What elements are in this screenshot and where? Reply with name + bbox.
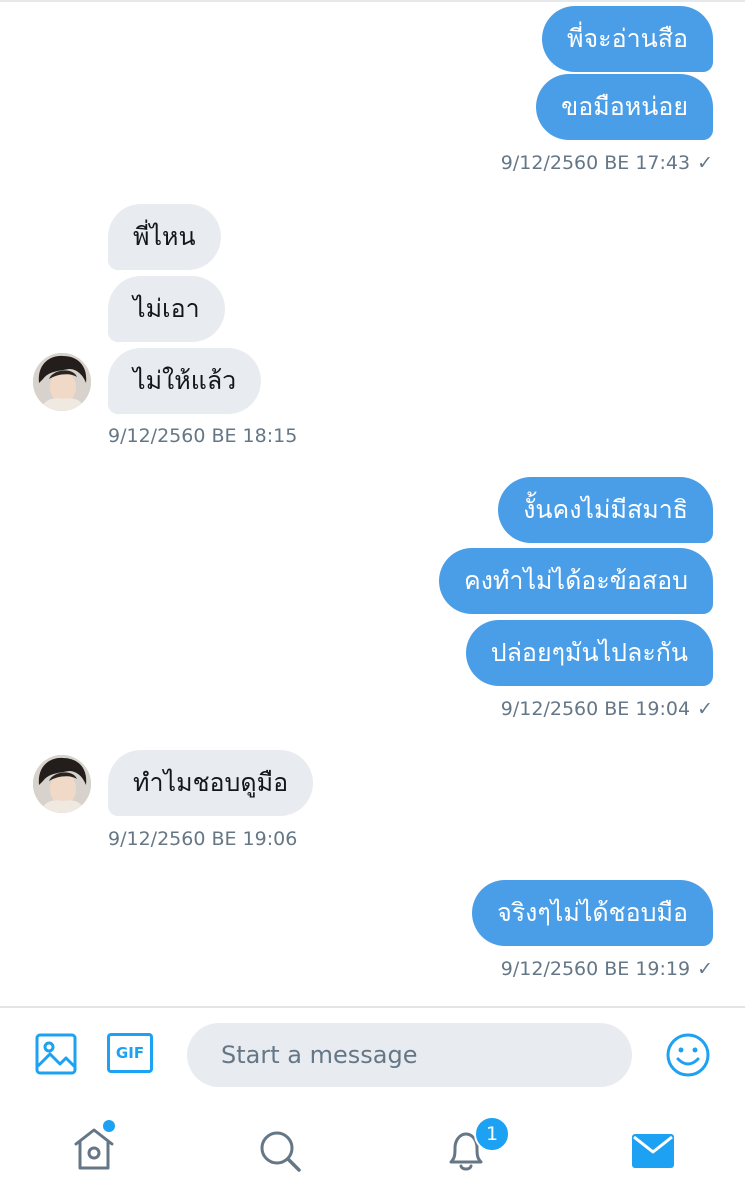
- top-divider: [0, 0, 745, 2]
- message-timestamp: 9/12/2560 BE 17:43 ✓: [501, 152, 713, 174]
- image-icon[interactable]: [35, 1033, 79, 1081]
- timestamp-text: 9/12/2560 BE 19:19: [500, 958, 691, 980]
- outgoing-message[interactable]: ขอมือหน่อย: [536, 74, 713, 140]
- incoming-message[interactable]: ไม่ให้แล้ว: [108, 348, 262, 414]
- outgoing-message[interactable]: จริงๆไม่ได้ชอบมือ: [472, 880, 713, 946]
- outgoing-message[interactable]: งั้นคงไม่มีสมาธิ: [498, 477, 713, 543]
- incoming-message[interactable]: ไม่เอา: [108, 276, 225, 342]
- avatar[interactable]: [33, 353, 91, 411]
- incoming-message[interactable]: ทำไมชอบดูมือ: [108, 750, 314, 816]
- tab-search[interactable]: [258, 1129, 302, 1177]
- emoji-icon[interactable]: [665, 1032, 711, 1082]
- mail-icon: [632, 1134, 674, 1168]
- message-timestamp: 9/12/2560 BE 19:06: [108, 828, 298, 850]
- outgoing-message[interactable]: พี่จะอ่านสือ: [542, 6, 713, 72]
- avatar-photo: [33, 353, 91, 411]
- notification-badge: 1: [474, 1116, 510, 1152]
- search-icon: [260, 1131, 301, 1172]
- read-check-icon: ✓: [697, 152, 713, 174]
- message-timestamp: 9/12/2560 BE 18:15: [108, 425, 298, 447]
- outgoing-message[interactable]: ปล่อยๆมันไปละกัน: [465, 620, 713, 686]
- message-timestamp: 9/12/2560 BE 19:19 ✓: [501, 958, 713, 980]
- timestamp-text: 9/12/2560 BE 19:04: [500, 698, 691, 720]
- read-check-icon: ✓: [697, 958, 713, 980]
- message-timestamp: 9/12/2560 BE 19:04 ✓: [501, 698, 713, 720]
- timestamp-text: 9/12/2560 BE 17:43: [500, 152, 691, 174]
- tab-messages[interactable]: [631, 1132, 675, 1174]
- avatar-photo: [33, 755, 91, 813]
- home-icon: [74, 1128, 114, 1170]
- avatar[interactable]: [33, 755, 91, 813]
- outgoing-message[interactable]: คงทำไม่ได้อะข้อสอบ: [439, 548, 713, 614]
- gif-button[interactable]: GIF: [107, 1033, 153, 1073]
- message-input[interactable]: Start a message: [187, 1023, 632, 1087]
- composer-divider: [0, 1006, 745, 1008]
- incoming-message[interactable]: พี่ไหน: [108, 204, 221, 270]
- read-check-icon: ✓: [697, 698, 713, 720]
- home-notification-dot: [103, 1120, 115, 1132]
- tab-home[interactable]: [72, 1126, 116, 1176]
